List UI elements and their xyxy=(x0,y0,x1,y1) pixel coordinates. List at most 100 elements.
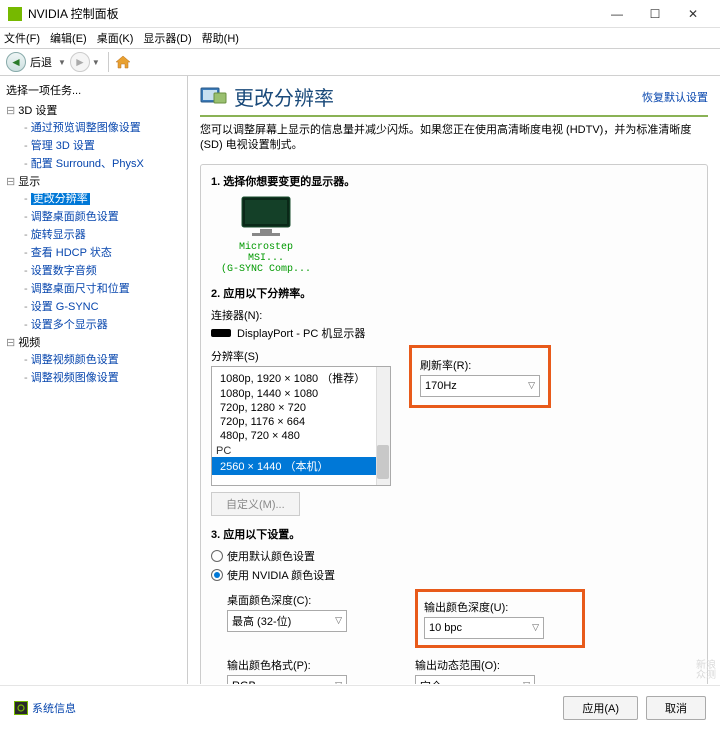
output-format-label: 输出颜色格式(P): xyxy=(227,657,397,673)
tree-item[interactable]: 设置多个显示器 xyxy=(24,315,185,333)
tree-group-3d[interactable]: 3D 设置 xyxy=(6,105,57,117)
tree-item[interactable]: 查看 HDCP 状态 xyxy=(24,243,185,261)
toolbar-separator xyxy=(108,52,109,72)
radio-default-label: 使用默认颜色设置 xyxy=(227,548,315,564)
restore-defaults-link[interactable]: 恢复默认设置 xyxy=(642,89,708,105)
menu-display[interactable]: 显示器(D) xyxy=(143,30,191,46)
tree-item[interactable]: 旋转显示器 xyxy=(24,225,185,243)
home-icon[interactable] xyxy=(115,55,131,69)
apply-button[interactable]: 应用(A) xyxy=(563,696,638,720)
resolution-page-icon xyxy=(200,85,228,109)
forward-dropdown-icon[interactable]: ▼ xyxy=(92,58,100,67)
customize-button[interactable]: 自定义(M)... xyxy=(211,492,300,516)
tree-item[interactable]: 设置数字音频 xyxy=(24,261,185,279)
tree-item[interactable]: 调整桌面尺寸和位置 xyxy=(24,279,185,297)
minimize-button[interactable]: — xyxy=(598,2,636,26)
task-title: 选择一项任务... xyxy=(2,80,185,100)
menu-desktop[interactable]: 桌面(K) xyxy=(97,30,134,46)
monitor-name: Microstep MSI... xyxy=(221,242,311,264)
list-category: PC xyxy=(212,443,390,457)
menu-bar: 文件(F) 编辑(E) 桌面(K) 显示器(D) 帮助(H) xyxy=(0,28,720,48)
tree-item[interactable]: 配置 Surround、PhysX xyxy=(24,154,185,172)
maximize-button[interactable]: ☐ xyxy=(636,2,674,26)
back-dropdown-icon[interactable]: ▼ xyxy=(58,58,66,67)
connector-value: DisplayPort - PC 机显示器 xyxy=(237,325,365,341)
tree-item[interactable]: 调整视频图像设置 xyxy=(24,368,185,386)
tree-item[interactable]: 通过预览调整图像设置 xyxy=(24,118,185,136)
step3-title: 3. 应用以下设置。 xyxy=(211,526,697,542)
tree-item[interactable]: 管理 3D 设置 xyxy=(24,136,185,154)
desktop-depth-value: 最高 (32-位) xyxy=(232,613,291,629)
scrollbar[interactable] xyxy=(376,367,390,485)
tree-item[interactable]: 调整桌面颜色设置 xyxy=(24,207,185,225)
window-title: NVIDIA 控制面板 xyxy=(28,5,598,22)
desktop-depth-label: 桌面颜色深度(C): xyxy=(227,592,397,608)
dynamic-range-value: 完全 xyxy=(420,678,442,684)
output-depth-value: 10 bpc xyxy=(429,622,462,634)
section-main: 1. 选择你想要变更的显示器。 Microstep MSI... (G-SYNC… xyxy=(200,164,708,684)
radio-icon xyxy=(211,550,223,562)
output-depth-dropdown[interactable]: 10 bpc ▽ xyxy=(424,617,544,639)
resolution-list[interactable]: 1080p, 1920 × 1080 （推荐） 1080p, 1440 × 10… xyxy=(211,366,391,486)
content-pane: 更改分辨率 恢复默认设置 您可以调整屏幕上显示的信息量并减少闪烁。如果您正在使用… xyxy=(188,76,720,684)
tree-item[interactable]: 调整视频颜色设置 xyxy=(24,350,185,368)
refresh-label: 刷新率(R): xyxy=(420,357,540,373)
output-depth-label: 输出颜色深度(U): xyxy=(424,599,576,615)
step1-title: 1. 选择你想要变更的显示器。 xyxy=(211,173,697,189)
close-button[interactable]: ✕ xyxy=(674,2,712,26)
refresh-highlight: 刷新率(R): 170Hz ▽ xyxy=(409,345,551,408)
footer: 系统信息 应用(A) 取消 xyxy=(0,685,720,729)
chevron-down-icon: ▽ xyxy=(528,380,535,391)
back-button[interactable]: ◄ 后退 ▼ xyxy=(6,52,68,72)
radio-icon-checked xyxy=(211,569,223,581)
list-item[interactable]: 720p, 1280 × 720 xyxy=(212,401,390,415)
menu-file[interactable]: 文件(F) xyxy=(4,30,40,46)
sidebar: 选择一项任务... 3D 设置 通过预览调整图像设置 管理 3D 设置 配置 S… xyxy=(0,76,188,684)
chevron-down-icon: ▽ xyxy=(335,680,342,684)
displayport-icon xyxy=(211,329,231,337)
radio-nvidia-label: 使用 NVIDIA 颜色设置 xyxy=(227,567,335,583)
tree-group-display[interactable]: 显示 xyxy=(6,176,40,188)
menu-help[interactable]: 帮助(H) xyxy=(202,30,239,46)
scrollbar-thumb[interactable] xyxy=(377,445,389,479)
monitor-icon xyxy=(236,195,296,239)
tree-group-video[interactable]: 视频 xyxy=(6,337,40,349)
output-format-value: RGB xyxy=(232,680,256,684)
tree-item[interactable]: 设置 G-SYNC xyxy=(24,297,185,315)
connector-label: 连接器(N): xyxy=(211,307,697,323)
list-item[interactable]: 1080p, 1920 × 1080 （推荐） xyxy=(212,369,390,387)
list-item[interactable]: 480p, 720 × 480 xyxy=(212,429,390,443)
menu-edit[interactable]: 编辑(E) xyxy=(50,30,87,46)
chevron-down-icon: ▽ xyxy=(523,680,530,684)
radio-nvidia-color[interactable]: 使用 NVIDIA 颜色设置 xyxy=(211,567,697,583)
forward-button[interactable]: ► xyxy=(70,52,90,72)
title-bar: NVIDIA 控制面板 — ☐ ✕ xyxy=(0,0,720,28)
monitor-option[interactable]: Microstep MSI... (G-SYNC Comp... xyxy=(221,195,311,275)
watermark: 新浪 众测 xyxy=(696,661,716,681)
list-item[interactable]: 720p, 1176 × 664 xyxy=(212,415,390,429)
desktop-depth-dropdown[interactable]: 最高 (32-位) ▽ xyxy=(227,610,347,632)
output-format-dropdown[interactable]: RGB ▽ xyxy=(227,675,347,684)
refresh-rate-dropdown[interactable]: 170Hz ▽ xyxy=(420,375,540,397)
monitor-sub: (G-SYNC Comp... xyxy=(221,264,311,275)
back-arrow-icon: ◄ xyxy=(6,52,26,72)
resolution-label: 分辨率(S) xyxy=(211,348,391,364)
chevron-down-icon: ▽ xyxy=(532,622,539,633)
dynamic-range-dropdown[interactable]: 完全 ▽ xyxy=(415,675,535,684)
list-item-selected[interactable]: 2560 × 1440 （本机） xyxy=(212,457,390,475)
chevron-down-icon: ▽ xyxy=(335,615,342,626)
tree-item-change-resolution[interactable]: 更改分辨率 xyxy=(24,189,185,207)
radio-default-color[interactable]: 使用默认颜色设置 xyxy=(211,548,697,564)
cancel-button[interactable]: 取消 xyxy=(646,696,706,720)
toolbar: ◄ 后退 ▼ ► ▼ xyxy=(0,48,720,76)
nav-tree: 3D 设置 通过预览调整图像设置 管理 3D 设置 配置 Surround、Ph… xyxy=(2,100,185,386)
list-item[interactable]: 1080p, 1440 × 1080 xyxy=(212,387,390,401)
page-description: 您可以调整屏幕上显示的信息量并减少闪烁。如果您正在使用高清晰度电视 (HDTV)… xyxy=(200,123,708,154)
sysinfo-icon xyxy=(14,701,28,715)
system-info-link[interactable]: 系统信息 xyxy=(32,700,76,716)
back-label: 后退 xyxy=(30,54,52,70)
dynamic-range-label: 输出动态范围(O): xyxy=(415,657,585,673)
page-header: 更改分辨率 恢复默认设置 xyxy=(200,82,708,117)
page-title: 更改分辨率 xyxy=(234,82,642,111)
nvidia-icon xyxy=(8,7,22,21)
